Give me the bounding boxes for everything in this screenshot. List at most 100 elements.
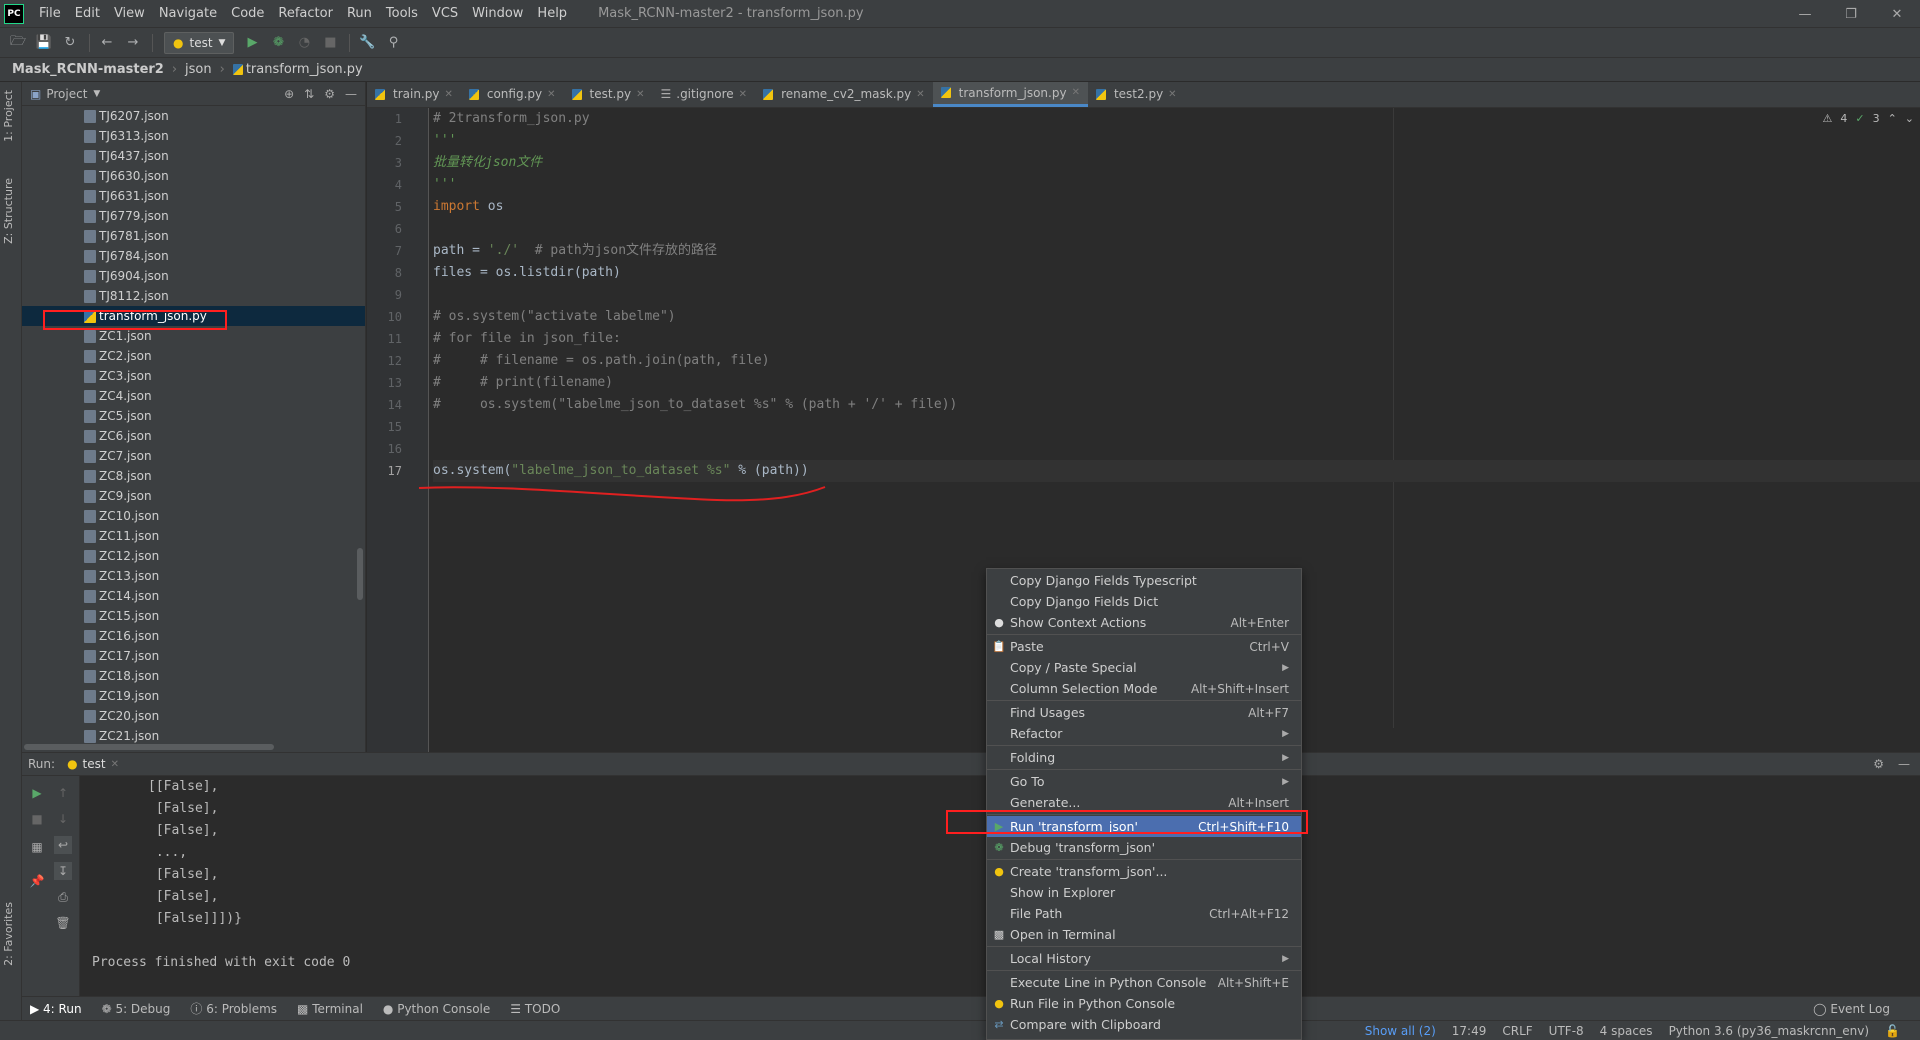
menu-item-run-file-in-python-console[interactable]: ● Run File in Python Console — [987, 993, 1301, 1014]
chevron-down-icon[interactable]: ⌄ — [1905, 112, 1914, 125]
file-encoding[interactable]: UTF-8 — [1549, 1024, 1584, 1038]
menu-item-find-usages[interactable]: Find Usages Alt+F7 — [987, 702, 1301, 723]
tab-config-py[interactable]: config.py ✕ — [461, 82, 564, 107]
scroll-to-end-icon[interactable]: ↧ — [54, 862, 72, 880]
search-icon[interactable]: ⚲ — [381, 31, 405, 55]
collapse-all-icon[interactable]: ⇅ — [304, 87, 314, 101]
menu-item-show-context-actions[interactable]: ● Show Context Actions Alt+Enter — [987, 612, 1301, 633]
open-folder-icon[interactable]: 🗁 — [6, 31, 30, 55]
hide-icon[interactable]: — — [345, 87, 357, 101]
indent-setting[interactable]: 4 spaces — [1600, 1024, 1653, 1038]
tree-file-item[interactable]: TJ6313.json — [22, 126, 365, 146]
restore-icon[interactable]: ❐ — [1828, 0, 1874, 28]
tree-file-item[interactable]: TJ6437.json — [22, 146, 365, 166]
gear-icon[interactable]: ⚙ — [1873, 757, 1884, 771]
event-log-button[interactable]: ◯ Event Log — [1813, 1002, 1890, 1016]
tab-rename-cv2-mask-py[interactable]: rename_cv2_mask.py ✕ — [755, 82, 933, 107]
line-separator[interactable]: CRLF — [1502, 1024, 1532, 1038]
tool-window-todo[interactable]: ☰ TODO — [510, 1002, 560, 1016]
tab-train-py[interactable]: train.py ✕ — [367, 82, 461, 107]
close-tab-icon[interactable]: ✕ — [547, 89, 555, 100]
save-icon[interactable]: 💾 — [32, 31, 56, 55]
tree-file-item[interactable]: ZC7.json — [22, 446, 365, 466]
menu-item-refactor[interactable]: Refactor ▶ — [987, 723, 1301, 744]
tab-gitignore[interactable]: ☰ .gitignore ✕ — [652, 82, 755, 107]
hide-icon[interactable]: — — [1898, 757, 1910, 771]
tree-file-item[interactable]: ZC13.json — [22, 566, 365, 586]
favorites-tool-tab[interactable]: 2: Favorites — [2, 902, 15, 966]
locate-icon[interactable]: ⊕ — [284, 87, 294, 101]
menu-file[interactable]: File — [32, 6, 68, 21]
tree-file-item[interactable]: ZC15.json — [22, 606, 365, 626]
show-all-link[interactable]: Show all (2) — [1365, 1024, 1436, 1038]
menu-item-create-transform-json[interactable]: ● Create 'transform_json'... — [987, 861, 1301, 882]
tree-file-item[interactable]: TJ6781.json — [22, 226, 365, 246]
close-tab-icon[interactable]: ✕ — [444, 89, 452, 100]
down-arrow-icon[interactable]: ↓ — [54, 810, 72, 828]
debug-icon[interactable]: ❁ — [266, 31, 290, 55]
tree-file-item[interactable]: TJ6779.json — [22, 206, 365, 226]
menu-item-debug-transform-json[interactable]: ❁ Debug 'transform_json' — [987, 837, 1301, 858]
stop-icon[interactable]: ■ — [318, 31, 342, 55]
menu-item-copy-django-fields-dict[interactable]: Copy Django Fields Dict — [987, 591, 1301, 612]
menu-window[interactable]: Window — [465, 6, 530, 21]
menu-item-compare-with-clipboard[interactable]: ⇄ Compare with Clipboard — [987, 1014, 1301, 1035]
run-tab-test[interactable]: ● test ✕ — [67, 757, 119, 771]
menu-run[interactable]: Run — [340, 6, 379, 21]
menu-item-execute-line-in-python-console[interactable]: Execute Line in Python Console Alt+Shift+… — [987, 972, 1301, 993]
menu-item-run-transform-json[interactable]: ▶ Run 'transform_json' Ctrl+Shift+F10 — [987, 816, 1301, 837]
tree-file-item[interactable]: ZC8.json — [22, 466, 365, 486]
tree-file-item[interactable]: TJ6207.json — [22, 106, 365, 126]
close-tab-icon[interactable]: ✕ — [1168, 89, 1176, 100]
caret-position[interactable]: 17:49 — [1452, 1024, 1487, 1038]
tool-window-terminal[interactable]: ▩ Terminal — [297, 1002, 363, 1016]
menu-tools[interactable]: Tools — [379, 6, 425, 21]
close-tab-icon[interactable]: ✕ — [1072, 87, 1080, 98]
coverage-icon[interactable]: ◔ — [292, 31, 316, 55]
menu-code[interactable]: Code — [224, 6, 271, 21]
chevron-down-icon[interactable]: ▼ — [93, 89, 100, 99]
tree-file-item[interactable]: ZC18.json — [22, 666, 365, 686]
menu-item-file-path[interactable]: File Path Ctrl+Alt+F12 — [987, 903, 1301, 924]
print-icon[interactable]: ⎙ — [54, 888, 72, 906]
menu-item-copy-django-fields-typescript[interactable]: Copy Django Fields Typescript — [987, 570, 1301, 591]
tab-test2-py[interactable]: test2.py ✕ — [1088, 82, 1185, 107]
tree-file-item[interactable]: ZC11.json — [22, 526, 365, 546]
tree-file-item[interactable]: ZC20.json — [22, 706, 365, 726]
tree-file-item[interactable]: TJ8112.json — [22, 286, 365, 306]
close-tab-icon[interactable]: ✕ — [636, 89, 644, 100]
tab-test-py[interactable]: test.py ✕ — [564, 82, 653, 107]
menu-item-column-selection-mode[interactable]: Column Selection Mode Alt+Shift+Insert — [987, 678, 1301, 699]
menu-item-show-in-explorer[interactable]: Show in Explorer — [987, 882, 1301, 903]
horizontal-scrollbar[interactable] — [24, 744, 274, 750]
tree-file-item[interactable]: ZC16.json — [22, 626, 365, 646]
tab-transform-json-py[interactable]: transform_json.py ✕ — [932, 82, 1088, 107]
tree-file-item[interactable]: ZC1.json — [22, 326, 365, 346]
lock-icon[interactable]: 🔓 — [1885, 1024, 1900, 1038]
tool-window-debug[interactable]: ❁ 5: Debug — [102, 1002, 171, 1016]
tree-file-item[interactable]: ZC14.json — [22, 586, 365, 606]
up-arrow-icon[interactable]: ↑ — [54, 784, 72, 802]
menu-item-generate[interactable]: Generate... Alt+Insert — [987, 792, 1301, 813]
sync-icon[interactable]: ↻ — [58, 31, 82, 55]
layout-icon[interactable]: ▦ — [28, 838, 46, 856]
pin-icon[interactable]: 📌 — [28, 872, 46, 890]
tool-window-python-console[interactable]: ● Python Console — [383, 1002, 490, 1016]
python-interpreter[interactable]: Python 3.6 (py36_maskrcnn_env) — [1669, 1024, 1869, 1038]
breadcrumb-file[interactable]: transform_json.py — [246, 62, 363, 77]
tree-file-item[interactable]: ZC12.json — [22, 546, 365, 566]
menu-item-copy-paste-special[interactable]: Copy / Paste Special ▶ — [987, 657, 1301, 678]
menu-item-folding[interactable]: Folding ▶ — [987, 747, 1301, 768]
tree-file-item[interactable]: ZC5.json — [22, 406, 365, 426]
menu-item-local-history[interactable]: Local History ▶ — [987, 948, 1301, 969]
tree-file-item[interactable]: ZC17.json — [22, 646, 365, 666]
tree-file-item[interactable]: ZC9.json — [22, 486, 365, 506]
menu-help[interactable]: Help — [530, 6, 574, 21]
tree-file-item[interactable]: ZC6.json — [22, 426, 365, 446]
menu-view[interactable]: View — [107, 6, 152, 21]
breadcrumb-folder[interactable]: json — [185, 62, 212, 77]
tree-file-item-selected[interactable]: transform_json.py — [22, 306, 365, 326]
structure-tool-tab[interactable]: Z: Structure — [2, 178, 15, 244]
inspection-widget[interactable]: ⚠ 4 ✓ 3 ⌃ ⌄ — [1822, 112, 1914, 125]
menu-item-open-in-terminal[interactable]: ▩ Open in Terminal — [987, 924, 1301, 945]
